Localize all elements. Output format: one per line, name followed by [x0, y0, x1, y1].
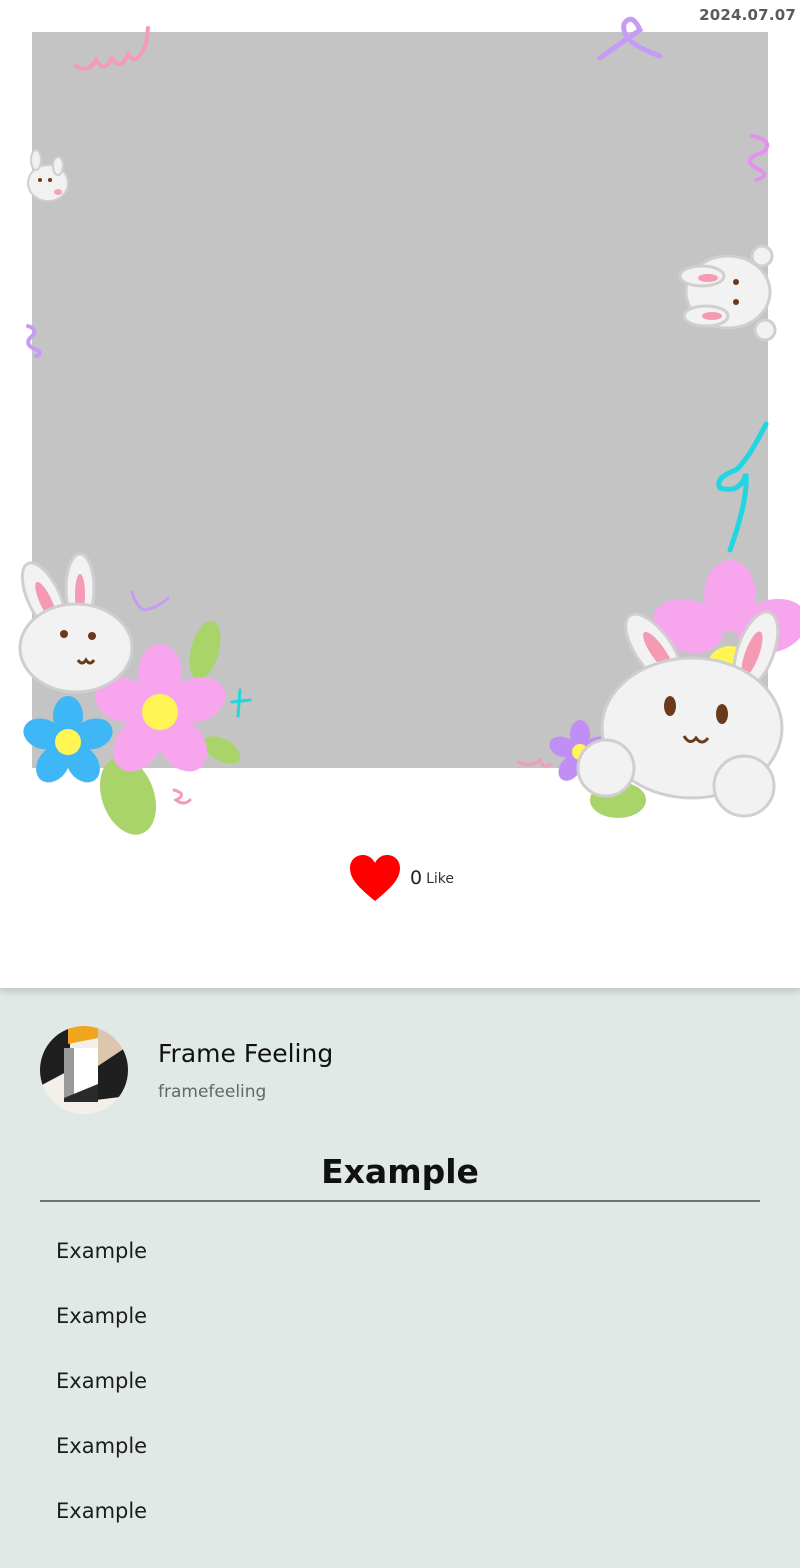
list-item[interactable]: Example [56, 1496, 147, 1561]
list-item[interactable]: Example [56, 1431, 147, 1496]
profile-handle: framefeeling [158, 1081, 267, 1102]
photo-card: 2024.07.07 0 Like [0, 0, 800, 988]
photo-placeholder[interactable] [32, 32, 768, 768]
list-item[interactable]: Example [56, 1301, 147, 1366]
framefeeling-logo-icon [40, 1026, 128, 1114]
list-item[interactable]: Example [56, 1366, 147, 1431]
example-list: Example Example Example Example Example [56, 1236, 147, 1561]
section-divider [40, 1200, 760, 1202]
profile-name: Frame Feeling [158, 1038, 334, 1068]
list-item[interactable]: Example [56, 1236, 147, 1301]
like-control: 0 Like [348, 852, 454, 904]
profile-card: Frame Feeling framefeeling [40, 1026, 333, 1114]
avatar[interactable] [40, 1026, 128, 1114]
section-title: Example [321, 1152, 479, 1191]
heart-icon[interactable] [348, 853, 402, 903]
post-date: 2024.07.07 [699, 6, 796, 24]
like-count: 0 [410, 867, 423, 889]
like-label: Like [426, 871, 455, 887]
